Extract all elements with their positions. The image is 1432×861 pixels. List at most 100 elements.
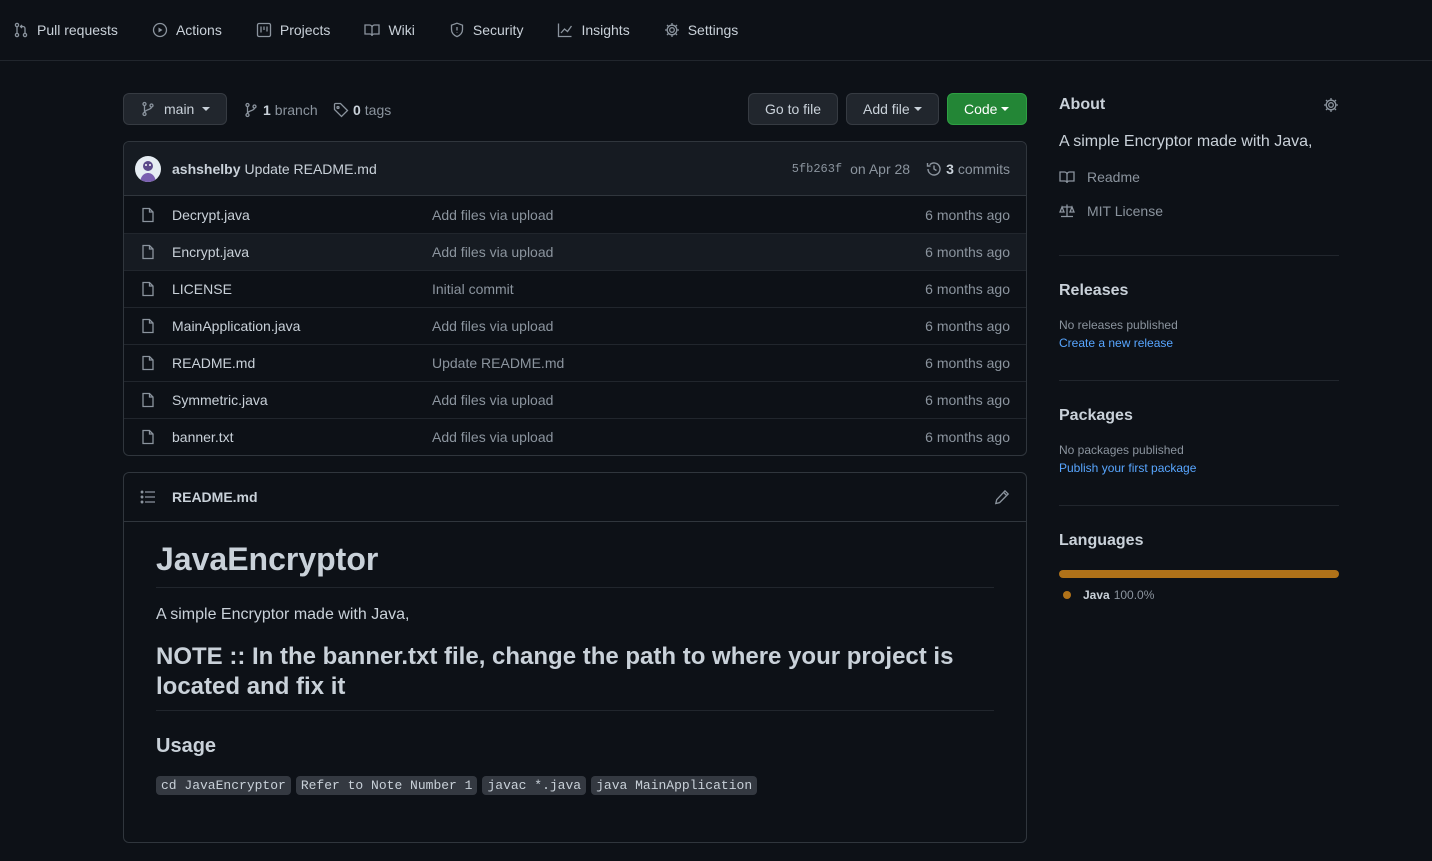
packages-heading[interactable]: Packages [1059, 407, 1339, 425]
file-row[interactable]: LICENSE Initial commit 6 months ago [124, 270, 1026, 307]
file-age: 6 months ago [925, 429, 1010, 445]
nav-actions[interactable]: Actions [152, 0, 222, 61]
file-commit-message[interactable]: Add files via upload [432, 207, 553, 223]
code-snippet: cd JavaEncryptor [156, 776, 291, 796]
file-row[interactable]: banner.txt Add files via upload 6 months a… [124, 418, 1026, 455]
file-rows: Decrypt.java Add files via upload 6 months… [124, 196, 1026, 455]
file-name[interactable]: MainApplication.java [172, 318, 300, 334]
releases-heading[interactable]: Releases [1059, 282, 1339, 300]
file-icon [140, 392, 156, 408]
file-icon [140, 318, 156, 334]
file-commit-message[interactable]: Add files via upload [432, 392, 553, 408]
file-row[interactable]: Decrypt.java Add files via upload 6 months… [124, 196, 1026, 233]
file-icon [140, 355, 156, 371]
commit-sha[interactable]: 5fb263f [792, 162, 842, 176]
file-age: 6 months ago [925, 244, 1010, 260]
history-icon [926, 162, 941, 176]
avatar[interactable] [135, 155, 161, 182]
tags-link[interactable]: 0 tags [333, 93, 391, 126]
nav-settings[interactable]: Settings [664, 0, 738, 61]
file-commit-message[interactable]: Initial commit [432, 281, 514, 297]
nav-label: Security [472, 22, 524, 38]
file-commit-message[interactable]: Add files via upload [432, 244, 553, 260]
commit-author[interactable]: ashshelby [172, 161, 240, 177]
readme-note: NOTE :: In the banner.txt file, change t… [156, 642, 994, 712]
branch-count: 1 [263, 101, 271, 118]
branch-icon [140, 101, 156, 117]
nav-label: Wiki [388, 22, 415, 38]
caret-down-icon [1001, 107, 1010, 111]
latest-commit: ashshelby Update README.md 5fb263f on Ap… [124, 142, 1026, 196]
readme-link[interactable]: Readme [1059, 169, 1339, 185]
commit-meta: 5fb263f on Apr 28 3 commits [792, 142, 1010, 196]
readme-usage-heading: Usage [156, 735, 217, 758]
nav-security[interactable]: Security [449, 0, 524, 61]
file-name[interactable]: banner.txt [172, 429, 234, 445]
tag-count: 0 [353, 101, 361, 118]
branch-name: main [164, 101, 195, 117]
nav-projects[interactable]: Projects [256, 0, 330, 61]
book-icon [364, 22, 381, 38]
file-row[interactable]: Symmetric.java Add files via upload 6 mont… [124, 381, 1026, 418]
file-row[interactable]: README.md Update README.md 6 months ago [124, 344, 1026, 381]
packages-section: Packages No packages published Publish y… [1059, 381, 1339, 506]
commit-date: on Apr 28 [850, 161, 911, 177]
branches-link[interactable]: 1 branch [243, 93, 318, 126]
gear-icon[interactable] [1323, 97, 1339, 113]
file-name[interactable]: LICENSE [172, 281, 232, 297]
file-row[interactable]: MainApplication.java Add files via upload… [124, 307, 1026, 344]
commit-count-word: commits [957, 161, 1010, 177]
license-link-label: MIT License [1087, 203, 1163, 219]
about-section: About A simple Encryptor made with Java,… [1059, 93, 1339, 256]
languages-heading: Languages [1059, 532, 1144, 549]
nav-wiki[interactable]: Wiki [364, 0, 415, 61]
commit-message[interactable]: Update README.md [244, 161, 376, 177]
languages-section: Languages Java 100.0% [1059, 506, 1339, 602]
caret-down-icon [913, 107, 922, 111]
branch-select-button[interactable]: main [123, 93, 227, 125]
code-button[interactable]: Code [947, 93, 1027, 125]
file-commit-message[interactable]: Update README.md [432, 355, 564, 371]
about-heading: About [1059, 96, 1106, 113]
readme-content: JavaEncryptor A simple Encryptor made wi… [124, 522, 1026, 796]
list-icon[interactable] [140, 489, 156, 505]
nav-label: Insights [581, 22, 630, 38]
language-item[interactable]: Java 100.0% [1059, 588, 1339, 602]
branch-word: branch [274, 101, 318, 118]
about-description: A simple Encryptor made with Java, [1059, 133, 1313, 150]
publish-package-link[interactable]: Publish your first package [1059, 461, 1339, 475]
file-name[interactable]: Symmetric.java [172, 392, 268, 408]
file-name[interactable]: README.md [172, 355, 255, 371]
gear-icon [664, 22, 680, 38]
repo-sidebar: About A simple Encryptor made with Java,… [1059, 93, 1339, 602]
file-commit-message[interactable]: Add files via upload [432, 318, 553, 334]
file-age: 6 months ago [925, 206, 1010, 223]
graph-icon [557, 22, 573, 38]
file-name[interactable]: Decrypt.java [172, 207, 250, 223]
readme-filename[interactable]: README.md [172, 489, 258, 505]
go-to-file-label: Go to file [765, 101, 822, 117]
branch-bar: main 1 branch 0 tags Go to file Add file… [123, 93, 1027, 126]
code-snippet: javac *.java [482, 776, 587, 796]
play-icon [152, 22, 168, 38]
file-commit-message[interactable]: Add files via upload [432, 429, 553, 445]
language-dot [1063, 591, 1071, 599]
license-link[interactable]: MIT License [1059, 203, 1339, 219]
nav-insights[interactable]: Insights [557, 0, 630, 61]
nav-pull-requests[interactable]: Pull requests [13, 0, 118, 61]
go-to-file-button[interactable]: Go to file [748, 93, 838, 125]
commits-history-link[interactable]: 3 commits [926, 161, 1010, 177]
create-release-link[interactable]: Create a new release [1059, 336, 1339, 350]
add-file-label: Add file [863, 101, 910, 117]
file-name[interactable]: Encrypt.java [172, 244, 249, 260]
releases-empty: No releases published [1059, 318, 1178, 332]
pencil-icon[interactable] [994, 489, 1010, 505]
file-row[interactable]: Encrypt.java Add files via upload 6 months… [124, 233, 1026, 270]
language-percent: 100.0% [1113, 588, 1155, 602]
file-icon [140, 207, 156, 223]
law-icon [1059, 204, 1075, 218]
code-snippet: Refer to Note Number 1 [295, 776, 478, 796]
file-age: 6 months ago [925, 281, 1010, 297]
add-file-button[interactable]: Add file [846, 93, 939, 125]
file-list: ashshelby Update README.md 5fb263f on Ap… [123, 141, 1027, 456]
